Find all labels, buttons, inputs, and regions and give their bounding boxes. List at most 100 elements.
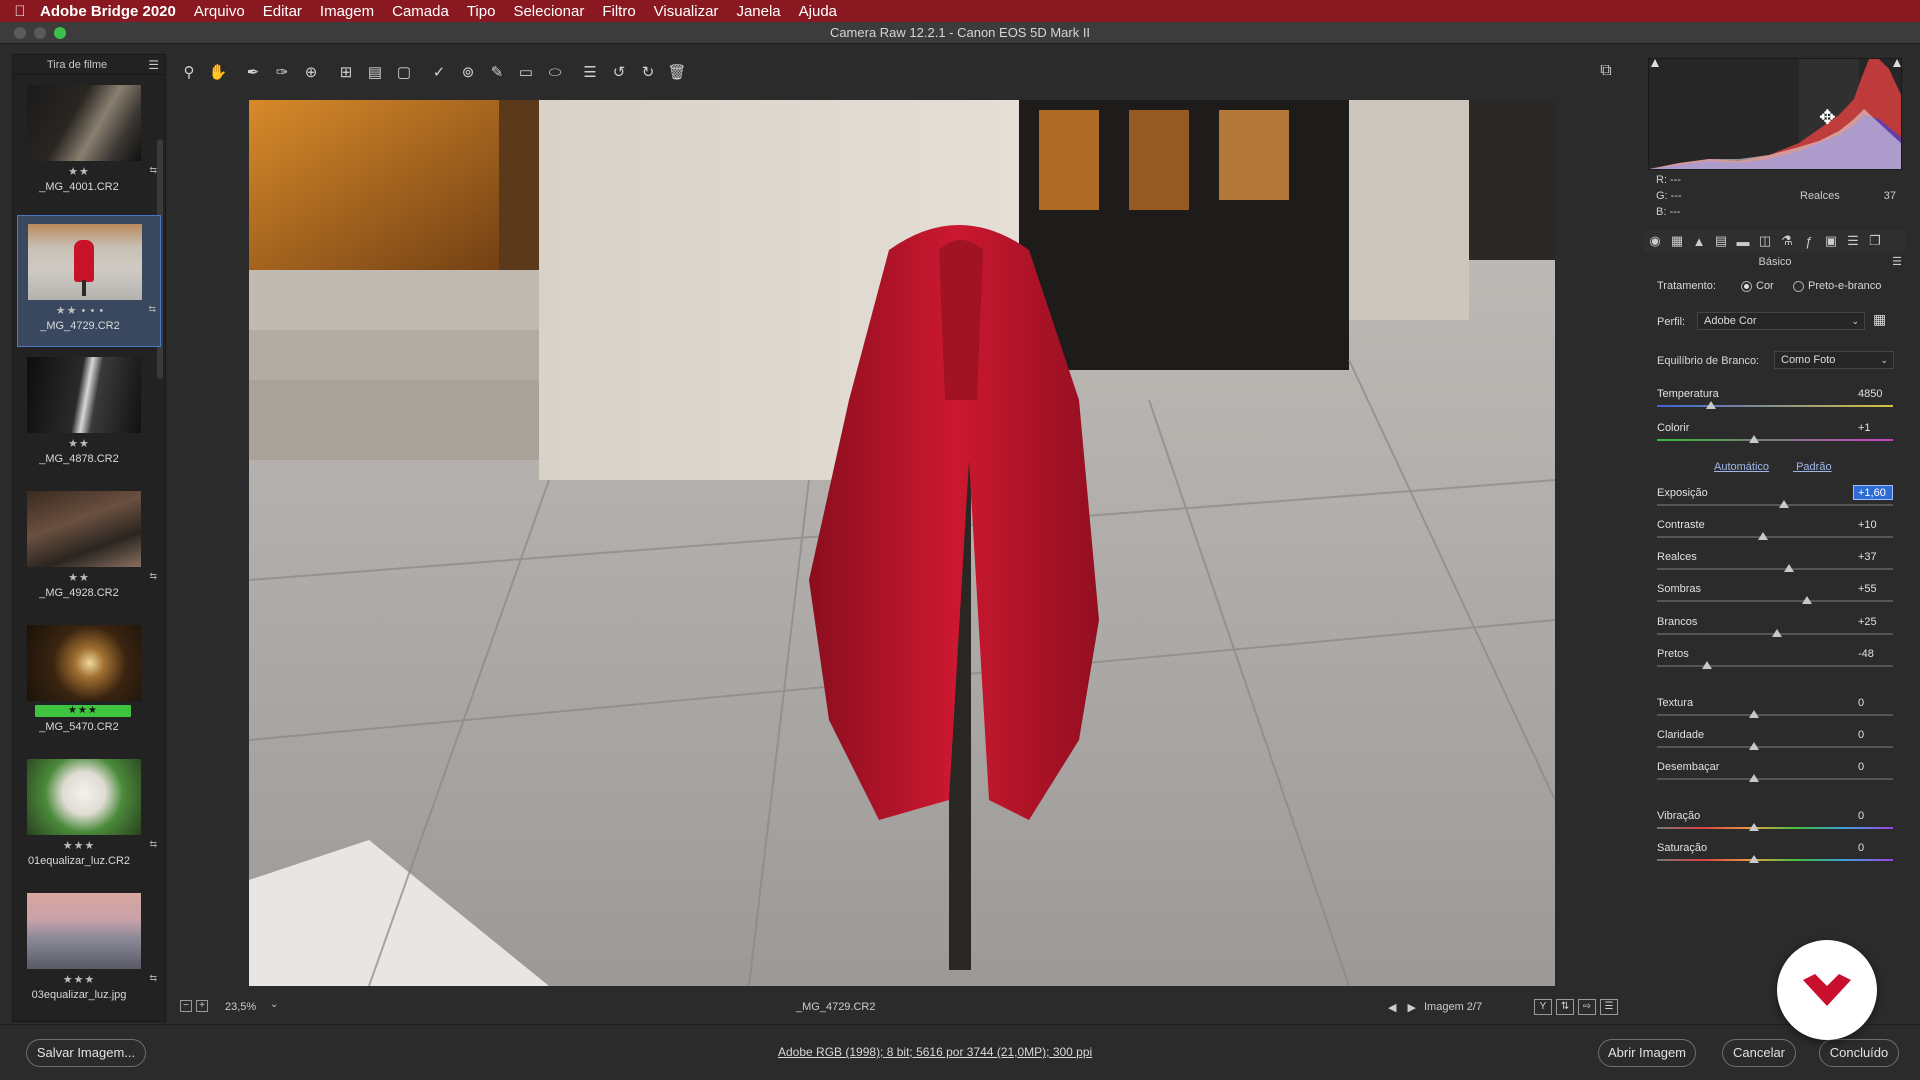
swap-settings-icon[interactable]: ⇅	[1556, 999, 1574, 1015]
done-button[interactable]: Concluído	[1819, 1039, 1899, 1067]
tab-snapshots-icon[interactable]: ❐	[1864, 233, 1886, 249]
radio-bw[interactable]	[1793, 280, 1804, 292]
slider-contraste[interactable]: Contraste +10	[1657, 519, 1893, 551]
slider-thumb[interactable]	[1706, 401, 1717, 409]
spot-removal-icon[interactable]: ✓	[426, 59, 452, 85]
white-balance-icon[interactable]: ✒	[240, 59, 266, 85]
slider-temperatura[interactable]: Temperatura 4850	[1657, 388, 1893, 420]
cancel-button[interactable]: Cancelar	[1722, 1039, 1796, 1067]
toggle-fullscreen-icon[interactable]: ⧉	[1592, 58, 1620, 84]
slider-track[interactable]	[1657, 568, 1893, 570]
slider-thumb[interactable]	[1748, 823, 1759, 831]
rotate-right-icon[interactable]: ↻	[635, 59, 661, 85]
slider-textura[interactable]: Textura 0	[1657, 697, 1893, 729]
crop-icon[interactable]: ⊞	[333, 59, 359, 85]
graduated-filter-icon[interactable]: ▭	[513, 59, 539, 85]
slider-track[interactable]	[1657, 827, 1893, 829]
slider-track[interactable]	[1657, 536, 1893, 538]
slider-track[interactable]	[1657, 778, 1893, 780]
slider-brancos[interactable]: Brancos +25	[1657, 616, 1893, 648]
tab-basic-icon[interactable]: ◉	[1644, 233, 1666, 249]
rotate-left-icon[interactable]: ↺	[606, 59, 632, 85]
preview-photo[interactable]	[249, 100, 1555, 986]
tab-presets-icon[interactable]: ☰	[1842, 233, 1864, 249]
open-image-button[interactable]: Abrir Imagem	[1598, 1039, 1696, 1067]
slider-track[interactable]	[1657, 746, 1893, 748]
filmstrip-item[interactable]: ★★ _MG_4878.CR2	[17, 349, 161, 481]
save-image-button[interactable]: Salvar Imagem...	[26, 1039, 146, 1067]
zoom-window-button[interactable]	[54, 27, 66, 39]
slider-value-field[interactable]: 0	[1853, 759, 1893, 774]
slider-thumb[interactable]	[1748, 435, 1759, 443]
menu-imagem[interactable]: Imagem	[320, 3, 374, 20]
filmstrip-item[interactable]: ★★★ _MG_5470.CR2	[17, 617, 161, 749]
minimize-window-button[interactable]	[34, 27, 46, 39]
slider-value-field[interactable]: 4850	[1853, 386, 1893, 401]
slider-thumb[interactable]	[1779, 500, 1790, 508]
slider-vibracao[interactable]: Vibração 0	[1657, 810, 1893, 842]
menu-selecionar[interactable]: Selecionar	[513, 3, 584, 20]
slider-sombras[interactable]: Sombras +55	[1657, 583, 1893, 615]
profile-dropdown[interactable]: Adobe Cor ⌄	[1697, 312, 1865, 330]
filmstrip-item-selected[interactable]: ★★ • • • ⇆ _MG_4729.CR2	[17, 215, 161, 347]
slider-track[interactable]	[1657, 859, 1893, 861]
radio-color[interactable]	[1741, 280, 1752, 292]
menu-arquivo[interactable]: Arquivo	[194, 3, 245, 20]
menu-tipo[interactable]: Tipo	[467, 3, 496, 20]
slider-colorir[interactable]: Colorir +1	[1657, 422, 1893, 454]
histogram[interactable]: ✥	[1648, 58, 1902, 170]
slider-value-field[interactable]: 0	[1853, 808, 1893, 823]
menu-visualizar[interactable]: Visualizar	[654, 3, 719, 20]
slider-track[interactable]	[1657, 504, 1893, 506]
slider-track[interactable]	[1657, 439, 1893, 441]
red-eye-icon[interactable]: ⊚	[455, 59, 481, 85]
slider-value-field[interactable]: +1	[1853, 420, 1893, 435]
tab-hsl-icon[interactable]: ▤	[1710, 233, 1732, 249]
slider-thumb[interactable]	[1758, 532, 1769, 540]
auto-link[interactable]: Automático	[1714, 461, 1769, 473]
straighten-icon[interactable]: ▤	[362, 59, 388, 85]
section-menu-icon[interactable]: ☰	[1892, 254, 1902, 270]
slider-exposicao[interactable]: Exposição +1,60	[1657, 485, 1893, 519]
treatment-color-option[interactable]: Cor	[1741, 280, 1774, 292]
trash-icon[interactable]: 🗑	[664, 59, 690, 85]
filmstrip-item[interactable]: ★★ ⇆ _MG_4001.CR2	[17, 77, 161, 209]
white-balance-dropdown[interactable]: Como Foto ⌄	[1774, 351, 1894, 369]
app-name-menu[interactable]: Adobe Bridge 2020	[40, 3, 176, 20]
slider-value-field[interactable]: 0	[1853, 727, 1893, 742]
menu-editar[interactable]: Editar	[263, 3, 302, 20]
slider-thumb[interactable]	[1784, 564, 1795, 572]
slider-claridade[interactable]: Claridade 0	[1657, 729, 1893, 761]
workflow-options-link[interactable]: Adobe RGB (1998); 8 bit; 5616 por 3744 (…	[778, 1045, 1092, 1059]
menu-janela[interactable]: Janela	[736, 3, 780, 20]
slider-thumb[interactable]	[1748, 774, 1759, 782]
slider-value-field[interactable]: +25	[1853, 614, 1893, 629]
previous-image-icon[interactable]: ◀	[1388, 1002, 1396, 1014]
slider-track[interactable]	[1657, 600, 1893, 602]
tab-transform-icon[interactable]: ⚗	[1776, 233, 1798, 249]
tab-split-toning-icon[interactable]: ▬	[1732, 234, 1754, 249]
slider-pretos[interactable]: Pretos -48	[1657, 648, 1893, 680]
slider-value-field[interactable]: +10	[1853, 517, 1893, 532]
color-sampler-icon[interactable]: ✑	[269, 59, 295, 85]
menu-camada[interactable]: Camada	[392, 3, 449, 20]
transform-icon[interactable]: ▢	[391, 59, 417, 85]
slider-track[interactable]	[1657, 405, 1893, 407]
slider-thumb[interactable]	[1748, 855, 1759, 863]
default-link[interactable]: Padrão	[1796, 461, 1831, 473]
slider-track[interactable]	[1657, 714, 1893, 716]
slider-saturacao[interactable]: Saturação 0	[1657, 842, 1893, 874]
slider-value-field[interactable]: +37	[1853, 549, 1893, 564]
next-image-icon[interactable]: ▶	[1408, 1002, 1416, 1014]
filmstrip-item[interactable]: ★★★ ⇆ 01equalizar_luz.CR2	[17, 751, 161, 883]
tab-lens-icon[interactable]: ◫	[1754, 233, 1776, 249]
slider-value-field[interactable]: -48	[1853, 646, 1893, 661]
slider-value-field[interactable]: +55	[1853, 581, 1893, 596]
view-settings-icon[interactable]: ☰	[1600, 999, 1618, 1015]
menu-filtro[interactable]: Filtro	[602, 3, 635, 20]
tab-effects-icon[interactable]: ƒ	[1798, 234, 1820, 249]
tab-calibration-icon[interactable]: ▣	[1820, 233, 1842, 249]
tab-tone-curve-icon[interactable]: ▦	[1666, 233, 1688, 249]
slider-value-field[interactable]: +1,60	[1853, 485, 1893, 500]
zoom-out-button[interactable]: −	[180, 1000, 192, 1012]
